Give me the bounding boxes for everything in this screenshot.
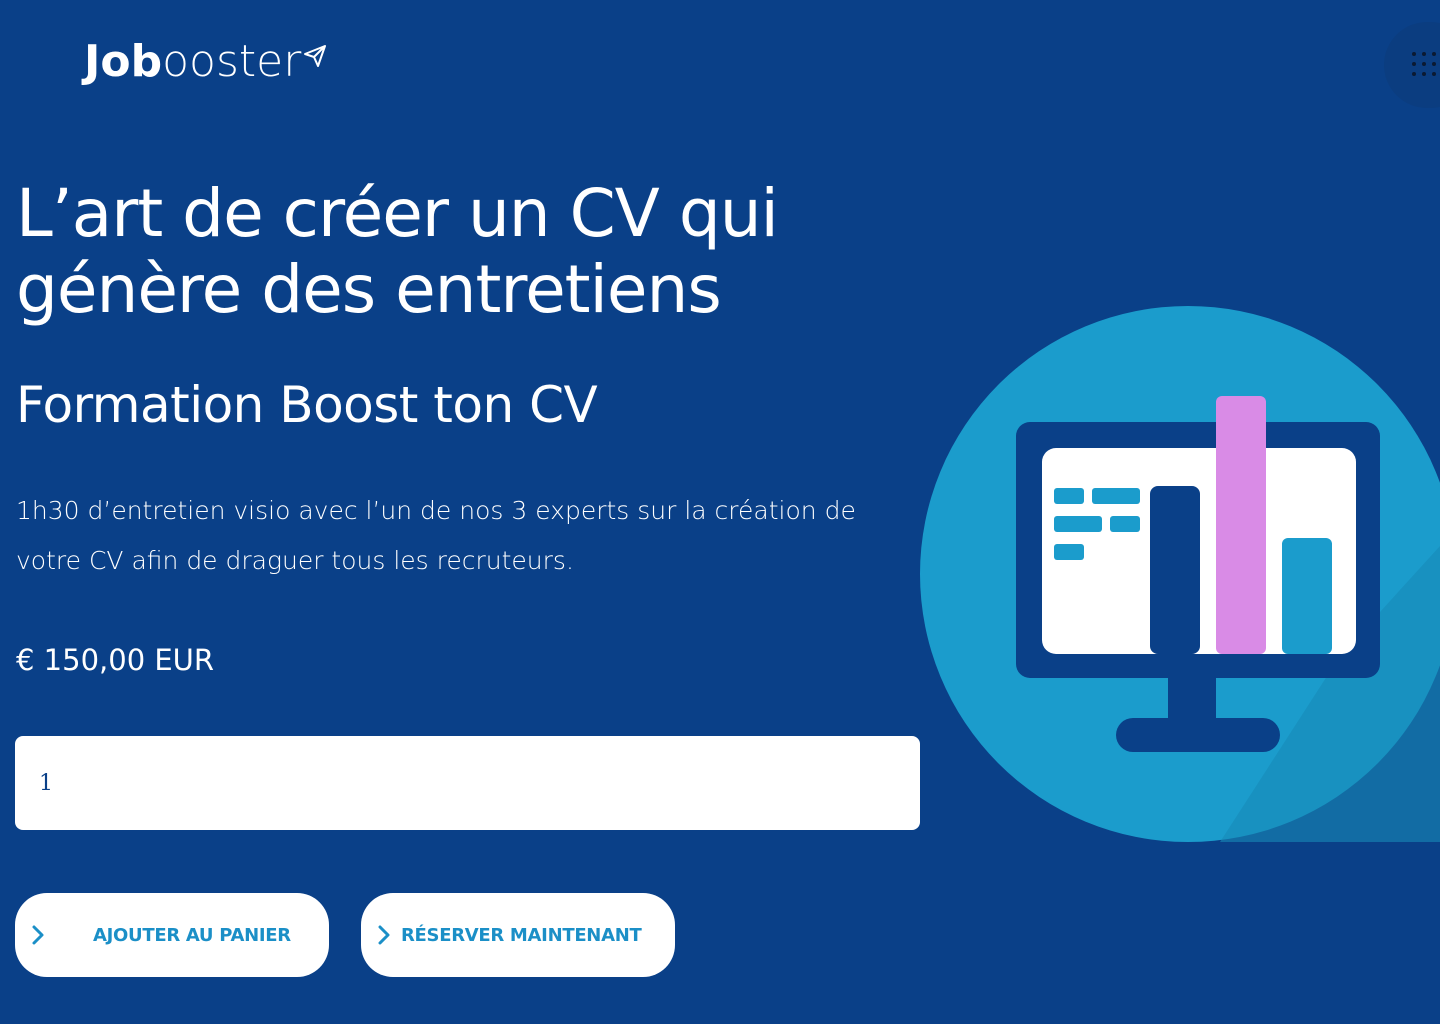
logo-wordmark: Jobooster (84, 36, 301, 88)
product-title: Formation Boost ton CV (16, 376, 598, 434)
chart-bar-navy (1150, 486, 1200, 654)
page-title: L’art de créer un CV qui génère des entr… (16, 175, 779, 328)
book-now-button[interactable]: RÉSERVER MAINTENANT (361, 893, 675, 977)
screen-block (1110, 516, 1140, 532)
menu-button[interactable] (1384, 22, 1440, 108)
product-description: 1h30 d’entretien visio avec l’un de nos … (16, 496, 856, 575)
logo-wordmark-light: ooster (162, 36, 302, 87)
grid-menu-icon (1412, 52, 1440, 77)
chevron-right-icon (378, 925, 390, 945)
chevron-right-icon (32, 925, 44, 945)
screen-block (1054, 488, 1084, 504)
screen-block (1092, 488, 1140, 504)
add-to-cart-button[interactable]: AJOUTER AU PANIER (15, 893, 329, 977)
book-now-label: RÉSERVER MAINTENANT (401, 924, 642, 946)
chart-bar-pink (1216, 396, 1266, 654)
monitor-stand-base (1116, 718, 1280, 752)
screen-block (1054, 516, 1102, 532)
screen-block (1054, 544, 1084, 560)
monitor-chart-icon (920, 306, 1440, 842)
paper-plane-icon (304, 45, 327, 67)
logo[interactable]: Jobooster (84, 36, 327, 88)
product-price: € 150,00 EUR (16, 643, 215, 677)
logo-wordmark-bold: Job (84, 36, 163, 87)
chart-bar-cyan (1282, 538, 1332, 654)
quantity-input[interactable] (15, 736, 920, 830)
add-to-cart-label: AJOUTER AU PANIER (93, 924, 291, 946)
